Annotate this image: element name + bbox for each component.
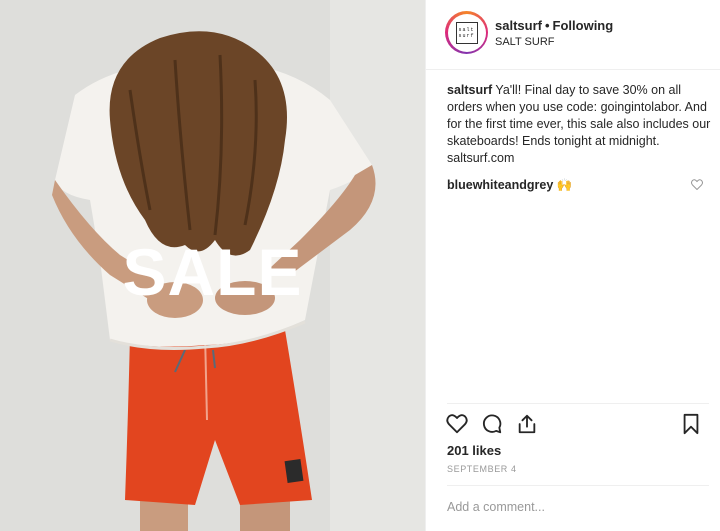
divider <box>447 485 709 486</box>
divider <box>447 403 709 404</box>
caption-link[interactable]: saltsurf.com <box>447 150 713 167</box>
post-header: salt surf saltsurf • Following SALT SURF <box>426 0 720 70</box>
comment-username[interactable]: bluewhiteandgrey <box>447 178 553 192</box>
post-caption: saltsurf Ya'll! Final day to save 30% on… <box>447 82 713 167</box>
salt-surf-logo-icon: salt surf <box>455 21 478 44</box>
post-photo[interactable]: SALE <box>0 0 425 531</box>
user-line: saltsurf • Following <box>495 18 613 33</box>
following-button[interactable]: Following <box>553 18 614 33</box>
caption-username[interactable]: saltsurf <box>447 83 492 97</box>
comment-text: 🙌 <box>556 178 573 192</box>
likes-count[interactable]: 201 likes <box>447 443 501 458</box>
username-link[interactable]: saltsurf <box>495 18 542 33</box>
location-link[interactable]: SALT SURF <box>495 36 555 48</box>
post-date: SEPTEMBER 4 <box>447 464 517 474</box>
comment-icon[interactable] <box>481 413 503 435</box>
post-details-panel: salt surf saltsurf • Following SALT SURF s… <box>425 0 720 531</box>
bookmark-icon[interactable] <box>680 413 702 435</box>
sale-overlay-text: SALE <box>122 235 303 309</box>
heart-icon[interactable] <box>446 413 468 435</box>
add-comment-input[interactable] <box>447 497 709 517</box>
heart-outline-icon[interactable] <box>691 179 703 190</box>
comment-item: bluewhiteandgrey 🙌 <box>447 178 572 193</box>
separator-dot: • <box>544 18 550 33</box>
share-icon[interactable] <box>516 413 538 435</box>
instagram-post: SALE salt surf saltsurf • Following SALT S… <box>0 0 720 531</box>
avatar[interactable]: salt surf <box>445 11 488 54</box>
